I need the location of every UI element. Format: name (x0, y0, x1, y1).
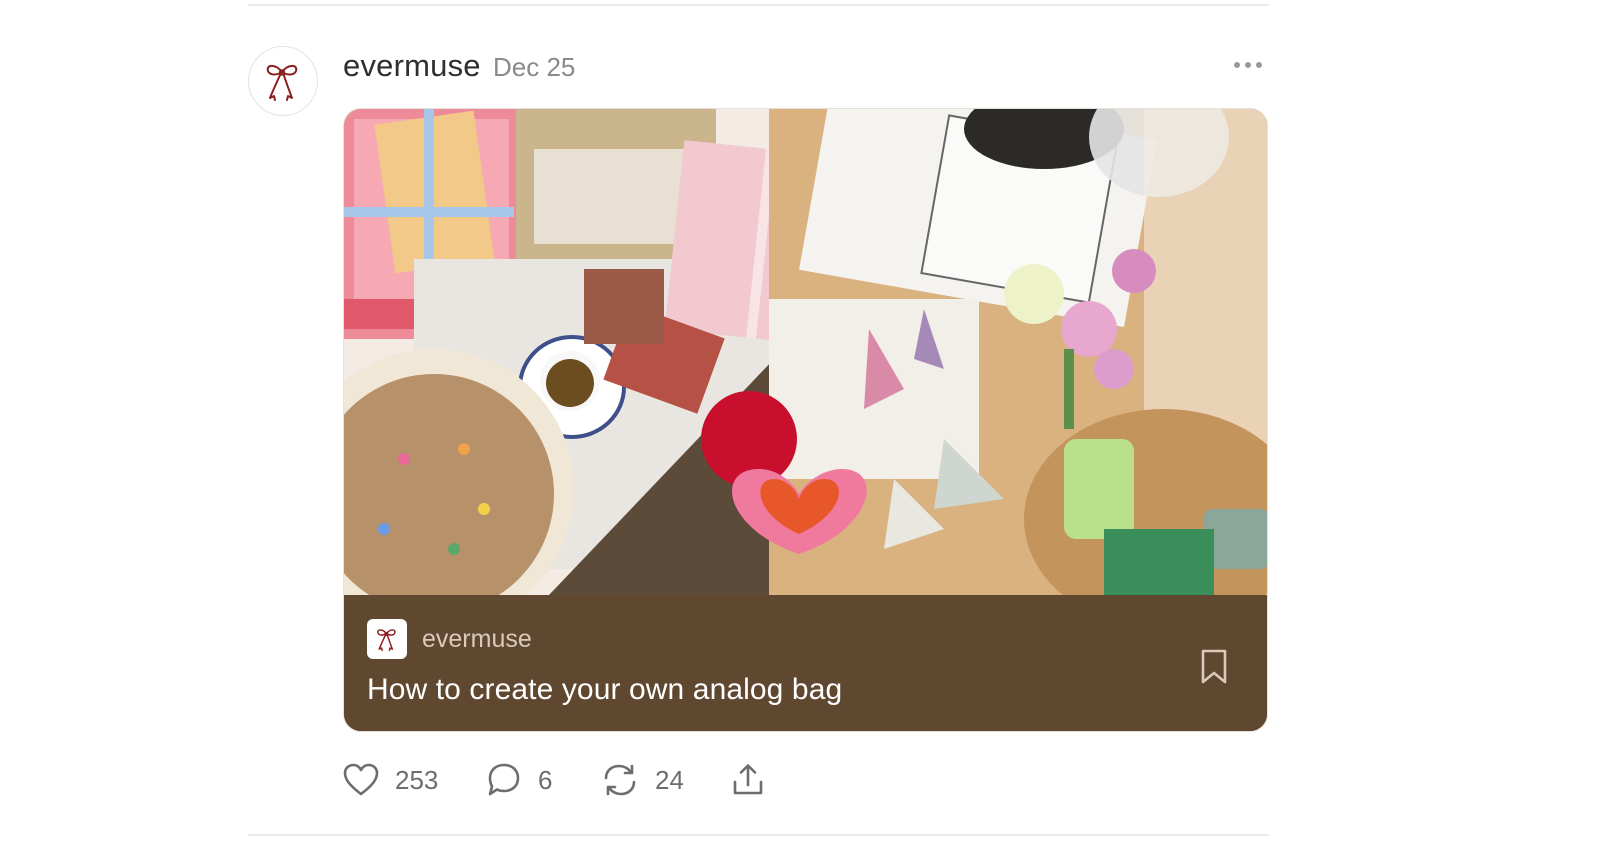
like-button[interactable]: 253 (343, 758, 438, 802)
comment-count: 6 (538, 764, 553, 795)
card-footer: evermuse How to create your own analog b… (344, 595, 1267, 731)
comment-button[interactable]: 6 (486, 758, 552, 802)
restack-count: 24 (655, 764, 684, 795)
bookmark-button[interactable] (1198, 647, 1230, 687)
bow-logo-icon (377, 629, 396, 652)
restack-button[interactable]: 24 (601, 758, 684, 802)
bottom-divider (248, 834, 1269, 836)
restack-icon (604, 764, 636, 796)
share-button[interactable] (730, 758, 766, 802)
bookmark-icon (1201, 649, 1227, 684)
post-date: Dec 25 (493, 52, 576, 82)
author-avatar[interactable] (248, 46, 318, 116)
share-icon (733, 764, 763, 795)
publication-name[interactable]: evermuse (422, 625, 532, 654)
post-card[interactable]: evermuse How to create your own analog b… (343, 108, 1268, 732)
bow-logo-icon (266, 64, 298, 101)
heart-icon (343, 763, 379, 796)
top-divider (248, 4, 1269, 6)
like-count: 253 (395, 764, 439, 795)
more-options-button[interactable] (1230, 52, 1266, 78)
comment-icon (488, 763, 520, 796)
cover-image (344, 109, 1267, 595)
author-name[interactable]: evermuse (343, 48, 481, 84)
publication-logo (367, 619, 407, 659)
post-title[interactable]: How to create your own analog bag (367, 673, 842, 707)
more-horizontal-icon (1234, 62, 1262, 68)
